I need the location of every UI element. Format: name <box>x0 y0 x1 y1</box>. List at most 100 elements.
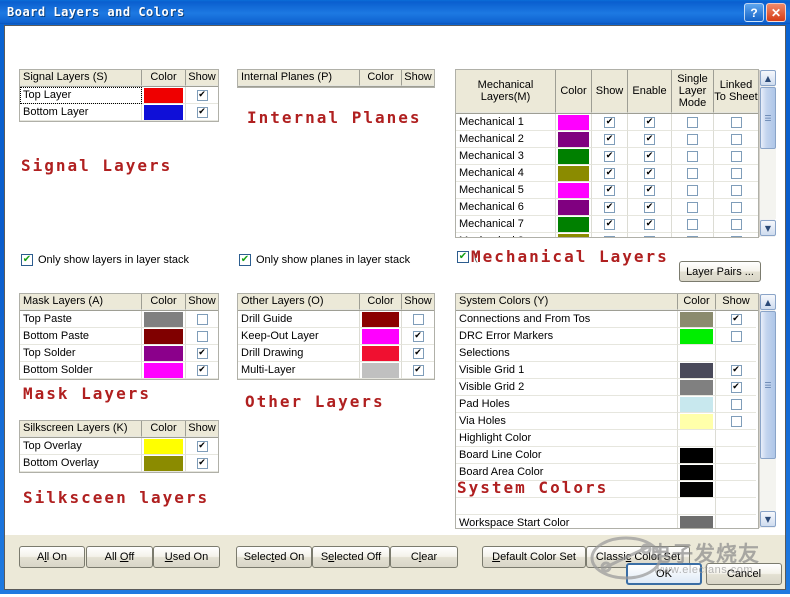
row-color-cell[interactable] <box>556 114 592 131</box>
row-show-cell[interactable] <box>716 311 756 328</box>
single-layer-mode-checkbox[interactable] <box>687 150 698 162</box>
row-show-cell[interactable] <box>186 87 218 104</box>
cancel-button[interactable]: Cancel <box>706 563 782 585</box>
show-checkbox[interactable] <box>196 364 208 376</box>
option-only-show-layers[interactable]: Only show layers in layer stack <box>21 254 189 266</box>
table-row[interactable]: Bottom Overlay <box>20 455 218 472</box>
color-swatch[interactable] <box>558 199 589 215</box>
row-color-cell[interactable] <box>678 396 716 413</box>
table-row[interactable]: Top Paste <box>20 311 218 328</box>
linked-to-sheet-checkbox[interactable] <box>730 201 742 213</box>
row-color-cell[interactable] <box>142 362 186 379</box>
row-single-layer-mode-cell[interactable] <box>672 131 714 148</box>
color-swatch[interactable] <box>144 345 183 361</box>
table-row[interactable]: Top Overlay <box>20 438 218 455</box>
selected-on-button[interactable]: Selected On <box>236 546 312 568</box>
clear-button[interactable]: Clear <box>390 546 458 568</box>
color-swatch[interactable] <box>558 216 589 232</box>
system-colors-scrollbar[interactable]: ▲ ☰ ▼ <box>759 294 776 528</box>
row-enable-cell[interactable] <box>628 148 672 165</box>
color-swatch[interactable] <box>680 311 713 327</box>
row-linked-to-sheet-cell[interactable] <box>714 114 758 131</box>
row-color-cell[interactable] <box>142 455 186 472</box>
row-color-cell[interactable] <box>142 328 186 345</box>
row-enable-cell[interactable] <box>628 114 672 131</box>
row-linked-to-sheet-cell[interactable] <box>714 233 758 237</box>
table-row[interactable]: Mechanical 4 <box>456 165 758 182</box>
row-show-cell[interactable] <box>716 362 756 379</box>
table-row[interactable]: Keep-Out Layer <box>238 328 434 345</box>
row-show-cell[interactable] <box>716 413 756 430</box>
color-swatch[interactable] <box>362 362 399 378</box>
row-linked-to-sheet-cell[interactable] <box>714 182 758 199</box>
show-checkbox[interactable] <box>604 235 615 237</box>
show-checkbox[interactable] <box>412 347 424 359</box>
show-checkbox[interactable] <box>196 330 208 342</box>
row-show-cell[interactable] <box>402 311 434 328</box>
table-row[interactable]: Workspace Start Color <box>456 515 758 528</box>
row-color-cell[interactable] <box>678 515 716 528</box>
selected-off-button[interactable]: Selected Off <box>312 546 390 568</box>
row-enable-cell[interactable] <box>628 216 672 233</box>
table-row[interactable]: Drill Drawing <box>238 345 434 362</box>
color-swatch[interactable] <box>558 165 589 181</box>
show-checkbox[interactable] <box>730 313 742 325</box>
row-show-cell[interactable] <box>716 328 756 345</box>
row-linked-to-sheet-cell[interactable] <box>714 216 758 233</box>
linked-to-sheet-checkbox[interactable] <box>730 167 742 179</box>
help-icon[interactable]: ? <box>744 3 764 22</box>
color-swatch[interactable] <box>680 464 713 480</box>
single-layer-mode-checkbox[interactable] <box>687 218 698 230</box>
table-row[interactable]: Mechanical 2 <box>456 131 758 148</box>
scroll-thumb[interactable]: ☰ <box>760 311 776 459</box>
table-row[interactable]: Mechanical 3 <box>456 148 758 165</box>
color-swatch[interactable] <box>144 455 183 471</box>
scroll-up-icon[interactable]: ▲ <box>760 70 776 86</box>
all-off-button[interactable]: All Off <box>86 546 153 568</box>
color-swatch[interactable] <box>362 328 399 344</box>
table-row[interactable]: Bottom Layer <box>20 104 218 121</box>
scroll-down-icon[interactable]: ▼ <box>760 220 776 236</box>
enable-checkbox[interactable] <box>644 116 655 128</box>
row-show-cell[interactable] <box>402 328 434 345</box>
row-color-cell[interactable] <box>556 199 592 216</box>
table-row[interactable]: Bottom Paste <box>20 328 218 345</box>
table-row[interactable] <box>456 498 758 515</box>
single-layer-mode-checkbox[interactable] <box>687 201 698 213</box>
single-layer-mode-checkbox[interactable] <box>687 167 698 179</box>
color-swatch[interactable] <box>680 328 713 344</box>
table-row[interactable]: Mechanical 5 <box>456 182 758 199</box>
row-show-cell[interactable] <box>186 345 218 362</box>
show-checkbox[interactable] <box>196 440 208 452</box>
row-single-layer-mode-cell[interactable] <box>672 114 714 131</box>
table-row[interactable]: Mechanical 1 <box>456 114 758 131</box>
row-single-layer-mode-cell[interactable] <box>672 148 714 165</box>
linked-to-sheet-checkbox[interactable] <box>730 184 742 196</box>
row-show-cell[interactable] <box>592 182 628 199</box>
row-show-cell[interactable] <box>716 379 756 396</box>
enable-checkbox[interactable] <box>644 133 655 145</box>
color-swatch[interactable] <box>144 87 183 103</box>
row-single-layer-mode-cell[interactable] <box>672 165 714 182</box>
color-swatch[interactable] <box>558 114 589 130</box>
scroll-up-icon[interactable]: ▲ <box>760 294 776 310</box>
color-swatch[interactable] <box>680 396 713 412</box>
linked-to-sheet-checkbox[interactable] <box>730 150 742 162</box>
row-show-cell[interactable] <box>592 131 628 148</box>
enable-checkbox[interactable] <box>644 201 655 213</box>
enable-checkbox[interactable] <box>644 167 655 179</box>
single-layer-mode-checkbox[interactable] <box>687 116 698 128</box>
row-show-cell[interactable] <box>402 362 434 379</box>
show-checkbox[interactable] <box>604 201 615 213</box>
show-checkbox[interactable] <box>730 381 742 393</box>
row-enable-cell[interactable] <box>628 131 672 148</box>
row-single-layer-mode-cell[interactable] <box>672 233 714 237</box>
linked-to-sheet-checkbox[interactable] <box>730 218 742 230</box>
table-row[interactable]: Via Holes <box>456 413 758 430</box>
row-linked-to-sheet-cell[interactable] <box>714 148 758 165</box>
show-checkbox[interactable] <box>730 415 742 427</box>
show-checkbox[interactable] <box>412 313 424 325</box>
enable-checkbox[interactable] <box>644 150 655 162</box>
table-row[interactable]: Top Solder <box>20 345 218 362</box>
show-checkbox[interactable] <box>604 150 615 162</box>
